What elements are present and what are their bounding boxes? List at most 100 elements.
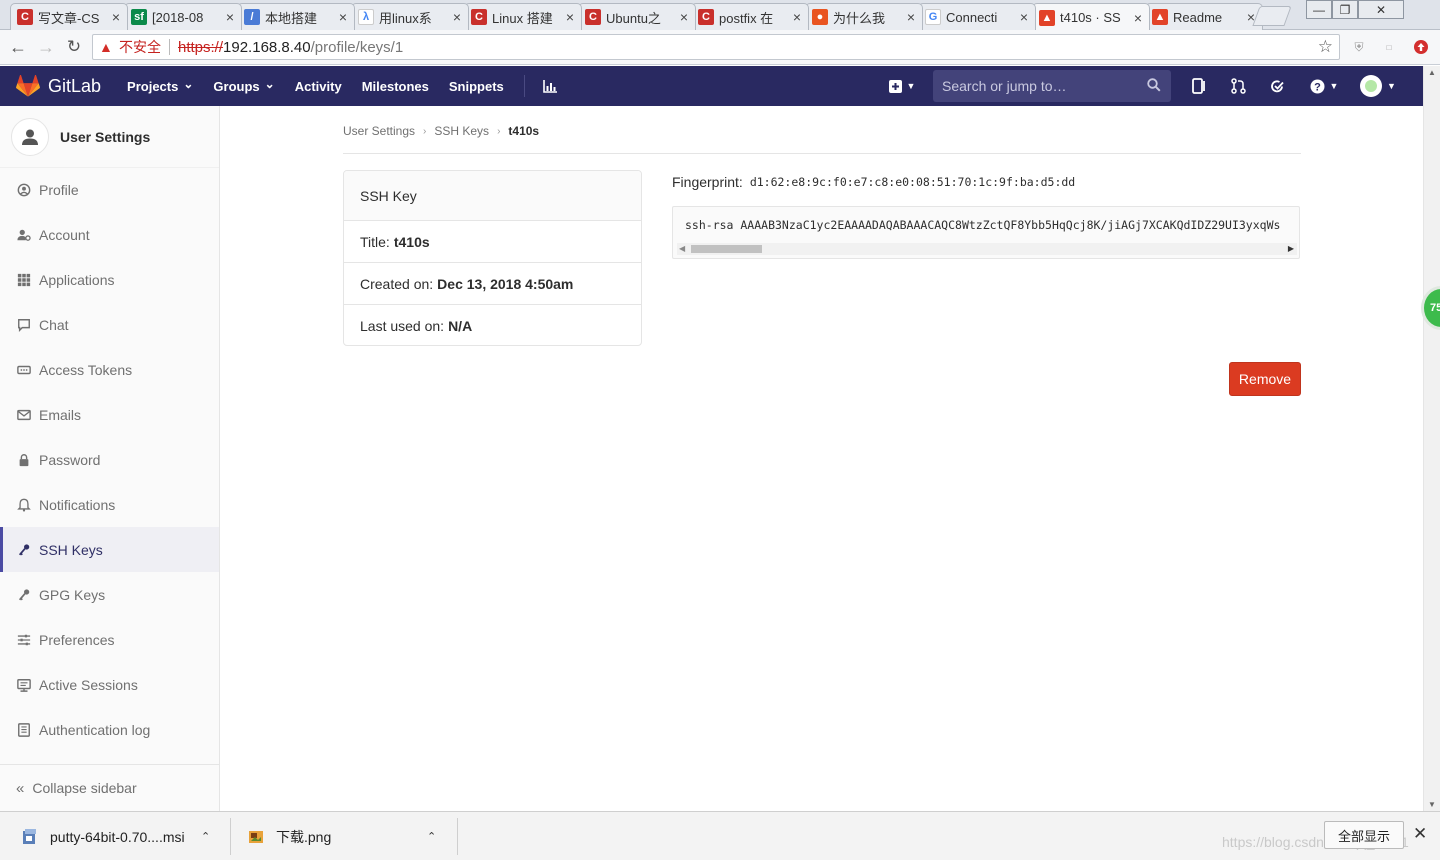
collapse-sidebar-label: Collapse sidebar [32,780,137,796]
browser-tab[interactable]: / 本地搭建 × [237,3,355,30]
sidebar-item-label: Chat [39,316,69,333]
close-icon[interactable]: ✕ [1413,824,1427,844]
sidebar-item-label: Emails [39,406,82,423]
tab-label: t410s · SS [1060,10,1121,25]
browser-tab[interactable]: C Linux 搭建 × [464,3,582,30]
minimize-window-button[interactable]: — [1306,0,1332,19]
sidebar-item-password[interactable]: Password [0,437,219,482]
tab-close-icon[interactable]: × [563,9,577,25]
fingerprint: Fingerprint: d1:62:e8:9c:f0:e7:c8:e0:08:… [672,174,1075,190]
reload-icon[interactable]: ↻ [63,36,85,58]
chevron-up-icon[interactable]: ⌃ [427,830,436,843]
breadcrumb-current[interactable]: t410s [508,124,539,138]
sidebar-item-chat[interactable]: Chat [0,302,219,347]
sidebar-item-preferences[interactable]: Preferences [0,617,219,662]
key-created-value: Dec 13, 2018 4:50am [437,275,574,292]
scrollbar-thumb[interactable] [691,245,762,253]
collapse-sidebar-button[interactable]: « Collapse sidebar [0,764,219,811]
browser-tab[interactable]: λ 用linux系 × [351,3,469,30]
scroll-down-icon[interactable]: ▼ [1428,800,1436,809]
tab-close-icon[interactable]: × [790,9,804,25]
merge-requests-icon[interactable] [1228,75,1248,97]
maximize-window-button[interactable]: ❐ [1332,0,1358,19]
browser-tab[interactable]: Cpostfix 在 × [691,3,809,30]
browser-tab[interactable]: C Ubuntu之 × [578,3,696,30]
download-item-putty[interactable]: putty-64bit-0.70....msi ⌃ [21,812,221,860]
tab-favicon-icon: C [471,9,487,25]
sidebar-item-label: Account [39,226,90,243]
help-dropdown[interactable]: ? ▼ [1308,75,1340,97]
search-placeholder: Search or jump to… [942,78,1067,94]
chat-icon [16,317,32,333]
close-window-button[interactable]: ✕ [1358,0,1404,19]
sidebar-item-label: GPG Keys [39,586,106,603]
nav-milestones[interactable]: Milestones [362,79,429,94]
installer-file-icon [21,828,39,846]
gitlab-home-link[interactable]: GitLab [16,75,101,97]
tab-close-icon[interactable]: × [904,9,918,25]
sidebar-item-profile[interactable]: Profile [0,167,219,212]
chevron-up-icon[interactable]: ⌃ [201,830,210,843]
browser-tab-strip: ▲ Readme × ▲ t410s · SS × G Connecti × ● 为什么我 × Cpos… [0,0,1440,31]
notifications-icon [16,497,32,513]
sidebar-item-applications[interactable]: Applications [0,257,219,302]
sidebar-header[interactable]: User Settings [0,106,219,168]
remove-key-button[interactable]: Remove [1229,362,1301,396]
page-vertical-scrollbar[interactable]: ▲ ▼ [1423,66,1440,811]
tab-close-icon[interactable]: × [450,9,464,25]
sidebar-item-access-tokens[interactable]: Access Tokens [0,347,219,392]
new-tab-button[interactable] [1252,6,1292,26]
browser-tab[interactable]: sf [2018-08 × [124,3,242,30]
nav-activity[interactable]: Activity [295,79,342,94]
tab-close-icon[interactable]: × [109,9,123,25]
new-item-dropdown[interactable]: ▼ [887,75,917,97]
tab-close-icon[interactable]: × [677,9,691,25]
tab-close-icon[interactable]: × [1131,10,1145,26]
nav-groups[interactable]: Groups ⌄ [213,77,274,94]
issues-icon[interactable] [1189,75,1209,97]
extension-upload-icon[interactable] [1412,38,1430,56]
tab-close-icon[interactable]: × [336,9,350,25]
browser-tab[interactable]: G Connecti × [918,3,1036,30]
tab-label: 写文章-CS [38,10,100,26]
browser-tab[interactable]: ▲ t410s · SS × [1032,3,1150,31]
breadcrumb-ssh-keys[interactable]: SSH Keys [434,124,489,138]
nav-projects[interactable]: Projects ⌄ [127,77,193,94]
sidebar-item-account[interactable]: Account [0,212,219,257]
public-key-box[interactable]: ssh-rsa AAAAB3NzaC1yc2EAAAADAQABAAACAQC8… [672,206,1300,259]
sidebar-item-authentication-log[interactable]: Authentication log [0,707,219,752]
back-icon[interactable]: ← [7,36,29,58]
sidebar-item-notifications[interactable]: Notifications [0,482,219,527]
extension-tv-icon[interactable]: □ [1380,38,1398,56]
sidebar-item-gpg-keys[interactable]: GPG Keys [0,572,219,617]
download-item-png[interactable]: 下载.png ⌃ [247,812,447,860]
user-icon [11,117,49,156]
nav-snippets[interactable]: Snippets [449,79,504,94]
browser-tab[interactable]: C 写文章-CS × [10,3,128,30]
sidebar-item-ssh-keys[interactable]: SSH Keys [0,527,219,572]
sidebar-item-emails[interactable]: Emails [0,392,219,437]
extension-shield-icon[interactable]: ⛨ [1350,38,1368,56]
user-avatar-dropdown[interactable]: ▼ [1358,75,1398,97]
horizontal-scrollbar[interactable]: ◀ ▶ [677,243,1297,255]
sidebar-item-active-sessions[interactable]: Active Sessions [0,662,219,707]
forward-icon[interactable]: → [35,36,57,58]
ssh-keys-icon [16,542,32,558]
browser-tab[interactable]: ● 为什么我 × [805,3,923,30]
tab-close-icon[interactable]: × [1017,9,1031,25]
address-bar[interactable]: ▲ 不安全 https://192.168.8.40/profile/keys/… [92,34,1340,60]
breadcrumb-user-settings[interactable]: User Settings [343,124,415,138]
tab-favicon-icon: C [585,9,601,25]
scroll-up-icon[interactable]: ▲ [1428,68,1436,77]
chart-bar-icon[interactable] [542,79,557,93]
bookmark-star-icon[interactable]: ☆ [1318,37,1333,57]
show-all-downloads-button[interactable]: 全部显示 [1324,821,1404,849]
scroll-right-icon[interactable]: ▶ [1288,244,1294,253]
search-input[interactable]: Search or jump to… [933,70,1171,102]
tab-close-icon[interactable]: × [223,9,237,25]
scroll-left-icon[interactable]: ◀ [679,244,685,253]
ssh-key-card: SSH Key Title: t410s Created on: Dec 13,… [343,170,642,346]
url-host: 192.168.8.40 [223,38,311,56]
browser-tab[interactable]: ▲ Readme × [1145,3,1263,30]
todos-icon[interactable] [1267,75,1287,97]
